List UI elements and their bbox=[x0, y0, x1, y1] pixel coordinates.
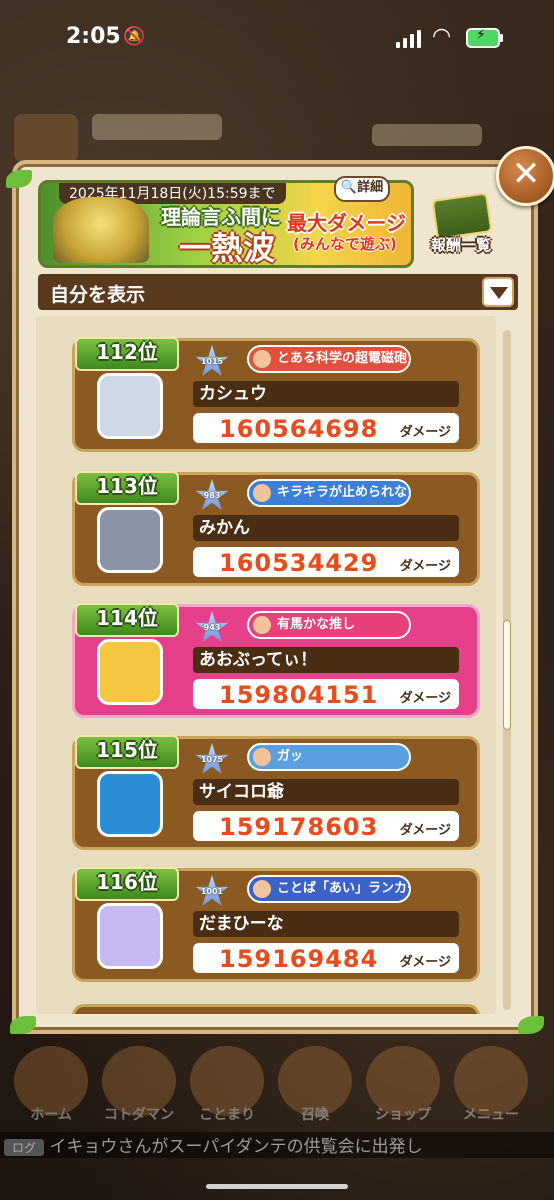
player-name-plate bbox=[92, 114, 222, 140]
player-name: あおぶってぃ！ bbox=[193, 647, 459, 673]
scrollbar-thumb[interactable] bbox=[503, 620, 511, 730]
damage-unit: ダメージ bbox=[399, 559, 451, 574]
player-title: ことば「あい」ランカー bbox=[277, 881, 411, 896]
rank-label: 114位 bbox=[75, 603, 179, 637]
title-character-icon bbox=[253, 350, 271, 368]
damage-value: 160564698 bbox=[219, 415, 379, 443]
silent-bell-icon: 🔕 bbox=[123, 26, 146, 47]
currency-plate bbox=[372, 124, 482, 146]
nav-label: ホーム bbox=[30, 1107, 72, 1123]
player-title: とある科学の超電磁砲 bbox=[277, 351, 408, 366]
show-self-label: 自分を表示 bbox=[50, 284, 146, 306]
player-name: だまひーな bbox=[193, 911, 459, 937]
player-avatar bbox=[14, 114, 78, 162]
ranking-row[interactable]: 113位 983 キラキラが止められないよ☆ みかん 160534429 ダメージ bbox=[72, 471, 480, 586]
wifi-icon: ◠ bbox=[432, 24, 452, 49]
rank-star-icon: 1075 bbox=[195, 743, 229, 777]
title-character-icon bbox=[253, 616, 271, 634]
rank-label: 112位 bbox=[75, 337, 179, 371]
title-character-icon bbox=[253, 880, 271, 898]
player-title-tag: ことば「あい」ランカー bbox=[247, 875, 411, 903]
player-name: みかん bbox=[193, 515, 459, 541]
log-text: イキョウさんがスーパイダンテの供覧会に出発し bbox=[49, 1137, 423, 1157]
player-title: ガッ bbox=[277, 749, 304, 764]
rank-label: 113位 bbox=[75, 471, 179, 505]
damage-box: 159804151 ダメージ bbox=[193, 679, 459, 709]
bottom-navigation: ホーム コトダマン ことまり 召喚 ショップ メニュー bbox=[0, 1040, 554, 1130]
player-title-tag: とある科学の超電磁砲 bbox=[247, 345, 411, 373]
player-avatar[interactable] bbox=[97, 373, 163, 439]
rank-star-icon: 983 bbox=[195, 479, 229, 513]
reward-chest-icon bbox=[431, 192, 493, 240]
reward-list-button[interactable]: 報酬一覧 bbox=[424, 192, 498, 258]
event-mode-sub: (みんなで遊ぶ) bbox=[293, 235, 397, 253]
player-name: カシュウ bbox=[193, 381, 459, 407]
player-title: キラキラが止められないよ☆ bbox=[277, 485, 409, 500]
damage-unit: ダメージ bbox=[399, 955, 451, 970]
chevron-down-icon[interactable] bbox=[482, 277, 514, 307]
rank-star-icon: 1015 bbox=[195, 345, 229, 379]
player-level: 983 bbox=[203, 491, 221, 500]
damage-unit: ダメージ bbox=[399, 425, 451, 440]
player-title-tag: キラキラが止められないよ☆ bbox=[247, 479, 411, 507]
event-title-big: 一熱波 bbox=[179, 229, 276, 267]
log-tag: ログ bbox=[4, 1138, 45, 1156]
damage-value: 159169484 bbox=[219, 945, 379, 973]
event-mode: 最大ダメージ bbox=[287, 211, 406, 235]
player-level: 1075 bbox=[200, 755, 224, 764]
player-name: サイコロ爺 bbox=[193, 779, 459, 805]
clock: 2:05 bbox=[66, 24, 121, 49]
damage-unit: ダメージ bbox=[399, 691, 451, 706]
damage-value: 159804151 bbox=[219, 681, 379, 709]
ranking-row[interactable]: 116位 1001 ことば「あい」ランカーだまひーな 159169484 ダメージ bbox=[72, 867, 480, 982]
nav-label: ことまり bbox=[199, 1107, 255, 1123]
close-button[interactable]: ✕ bbox=[496, 146, 554, 206]
event-character-image bbox=[53, 197, 149, 263]
ranking-row[interactable]: 112位 1015 とある科学の超電磁砲カシュウ 160564698 ダメージ bbox=[72, 337, 480, 452]
rank-label: 115位 bbox=[75, 735, 179, 769]
rank-label: 116位 bbox=[75, 867, 179, 901]
nav-label: ショップ bbox=[375, 1107, 431, 1123]
damage-unit: ダメージ bbox=[399, 823, 451, 838]
detail-button[interactable]: 🔍詳細 bbox=[334, 176, 390, 202]
damage-value: 160534429 bbox=[219, 549, 379, 577]
title-character-icon bbox=[253, 748, 271, 766]
nav-label: コトダマン bbox=[104, 1107, 174, 1123]
ranking-list[interactable]: 112位 1015 とある科学の超電磁砲カシュウ 160564698 ダメージ 113位 9… bbox=[36, 316, 496, 1014]
rank-star-icon: 1001 bbox=[195, 875, 229, 909]
ranking-row[interactable] bbox=[72, 1004, 480, 1014]
player-avatar[interactable] bbox=[97, 903, 163, 969]
damage-box: 159169484 ダメージ bbox=[193, 943, 459, 973]
rank-star-icon: 943 bbox=[195, 611, 229, 645]
ranking-row[interactable]: 114位 943 有馬かな推しあおぶってぃ！ 159804151 ダメージ bbox=[72, 603, 480, 718]
status-bar: 2:05 🔕 ◠ ⚡ bbox=[0, 0, 554, 76]
log-ticker: ログ イキョウさんがスーパイダンテの供覧会に出発し bbox=[0, 1132, 554, 1158]
title-character-icon bbox=[253, 484, 271, 502]
home-indicator[interactable] bbox=[206, 1184, 348, 1189]
nav-label: 召喚 bbox=[301, 1107, 329, 1123]
player-avatar[interactable] bbox=[97, 771, 163, 837]
nav-label: メニュー bbox=[463, 1107, 519, 1123]
player-avatar[interactable] bbox=[97, 639, 163, 705]
damage-box: 159178603 ダメージ bbox=[193, 811, 459, 841]
game-hud bbox=[0, 96, 554, 162]
detail-label: 詳細 bbox=[357, 180, 384, 195]
damage-box: 160564698 ダメージ bbox=[193, 413, 459, 443]
player-title: 有馬かな推し bbox=[277, 617, 356, 632]
damage-box: 160534429 ダメージ bbox=[193, 547, 459, 577]
damage-value: 159178603 bbox=[219, 813, 379, 841]
player-level: 1015 bbox=[200, 357, 224, 366]
battery-icon: ⚡ bbox=[466, 27, 503, 48]
player-level: 943 bbox=[203, 623, 221, 632]
reward-list-label: 報酬一覧 bbox=[430, 236, 491, 254]
show-self-dropdown[interactable]: 自分を表示 bbox=[38, 274, 518, 310]
player-title-tag: 有馬かな推し bbox=[247, 611, 411, 639]
ranking-row[interactable]: 115位 1075 ガッサイコロ爺 159178603 ダメージ bbox=[72, 735, 480, 850]
player-level: 1001 bbox=[200, 887, 224, 896]
player-title-tag: ガッ bbox=[247, 743, 411, 771]
player-avatar[interactable] bbox=[97, 507, 163, 573]
signal-icon bbox=[396, 30, 421, 48]
